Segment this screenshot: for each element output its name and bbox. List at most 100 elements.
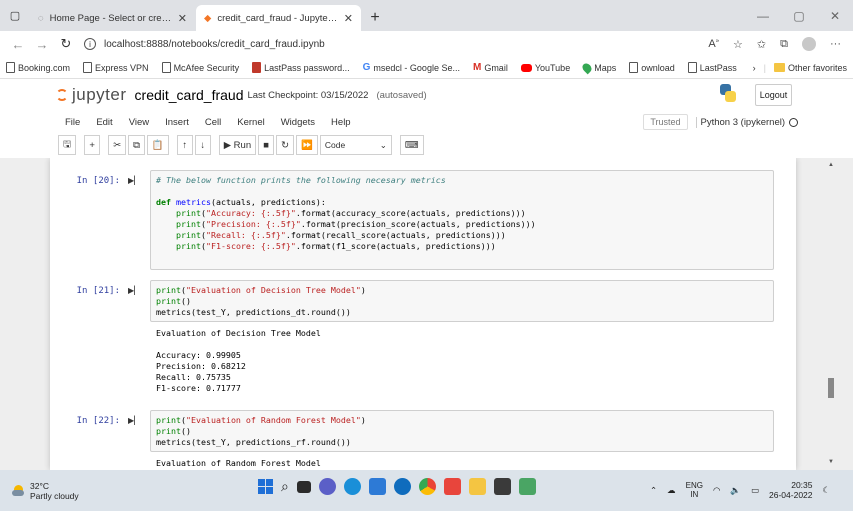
terminal-icon[interactable]	[493, 478, 511, 495]
copy-icon[interactable]: ⧉	[128, 135, 145, 155]
code-cell[interactable]: In [20]: ▶▏ # The below function prints …	[77, 170, 796, 270]
scroll-down-icon[interactable]: ▼	[828, 459, 834, 465]
clock[interactable]: 20:35 26-04-2022	[769, 480, 812, 500]
battery-icon[interactable]: ▭	[751, 485, 759, 496]
menu-view[interactable]: View	[121, 117, 157, 128]
run-cell-icon[interactable]: ▶▏	[128, 286, 140, 295]
collections-icon[interactable]: ⧉	[780, 38, 788, 51]
trusted-badge[interactable]: Trusted	[643, 114, 688, 130]
start-icon[interactable]	[258, 479, 273, 494]
new-tab-button[interactable]: +	[362, 5, 388, 31]
code-cell[interactable]: In [21]: ▶▏ print("Evaluation of Decisio…	[77, 280, 796, 400]
close-window-icon[interactable]: ✕	[817, 9, 853, 23]
browser-tab-home[interactable]: ◌ Home Page - Select or create a n ✕	[30, 5, 195, 31]
other-favorites[interactable]: Other favorites	[773, 63, 847, 73]
chevron-up-icon[interactable]: ⌃	[650, 485, 657, 496]
restart-run-all-icon[interactable]: ⏩	[296, 135, 318, 155]
menu-file[interactable]: File	[50, 117, 88, 128]
menu-kernel[interactable]: Kernel	[229, 117, 272, 128]
bookmark-mcafee[interactable]: McAfee Security	[161, 62, 239, 73]
move-up-icon[interactable]: ↑	[176, 135, 193, 155]
page-scrollbar[interactable]: ▲ ▼	[825, 158, 837, 470]
cell-input[interactable]: print("Evaluation of Decision Tree Model…	[150, 280, 774, 322]
code-line: print("Evaluation of Random Forest Model…	[156, 415, 366, 425]
profile-avatar[interactable]	[802, 37, 816, 51]
forward-icon[interactable]: →	[30, 37, 54, 52]
menu-cell[interactable]: Cell	[197, 117, 229, 128]
run-cell-icon[interactable]: ▶▏	[128, 416, 140, 425]
task-view-icon[interactable]	[296, 480, 311, 493]
jupyter-favicon-icon: ◆	[204, 12, 212, 24]
menu-edit[interactable]: Edit	[88, 117, 120, 128]
bookmark-expressvpn[interactable]: Express VPN	[83, 62, 149, 73]
cloud-icon[interactable]: ☁	[667, 485, 676, 496]
chat-icon[interactable]	[318, 478, 336, 495]
bookmark-gmail[interactable]: M Gmail	[473, 62, 508, 73]
jupyter-logo[interactable]: jupyter	[56, 85, 127, 105]
bookmark-download[interactable]: ownload	[629, 62, 675, 73]
app-icon[interactable]	[393, 478, 411, 495]
minimize-icon[interactable]: —	[745, 9, 781, 23]
menu-insert[interactable]: Insert	[157, 117, 197, 128]
run-button[interactable]: ▶ Run	[218, 135, 257, 155]
cell-input[interactable]: # The below function prints the followin…	[150, 170, 774, 270]
cell-input[interactable]: print("Evaluation of Random Forest Model…	[150, 410, 774, 452]
url-field[interactable]: i localhost:8888/notebooks/credit_card_f…	[84, 38, 708, 50]
bookmark-youtube[interactable]: YouTube	[520, 63, 570, 73]
scroll-up-icon[interactable]: ▲	[828, 162, 834, 168]
restart-icon[interactable]: ↻	[276, 135, 295, 155]
output-line: Evaluation of Decision Tree Model	[156, 328, 321, 338]
office-icon[interactable]	[443, 478, 461, 495]
command-palette-icon[interactable]: ⌨	[399, 135, 424, 155]
store-icon[interactable]	[368, 478, 386, 495]
stop-icon[interactable]: ■	[258, 135, 275, 155]
chrome-icon[interactable]	[418, 478, 436, 495]
windows-taskbar: 32°C Partly cloudy ⌕ ⌃ ☁ ENG IN ◠ 🔈 ▭ 20…	[0, 470, 853, 511]
favorites-icon[interactable]: ✩	[757, 38, 766, 51]
wifi-icon[interactable]: ◠	[713, 485, 720, 496]
close-tab-icon[interactable]: ✕	[178, 12, 187, 25]
notebook-name[interactable]: credit_card_fraud	[135, 87, 244, 103]
cell-type-select[interactable]: Code ⌄	[319, 135, 392, 155]
close-tab-icon[interactable]: ✕	[344, 12, 353, 25]
paste-icon[interactable]: 📋	[146, 135, 169, 155]
cut-icon[interactable]: ✂	[108, 135, 127, 155]
code-line: print("Recall: {:.5f}".format(recall_sco…	[175, 230, 506, 240]
site-info-icon[interactable]: i	[84, 38, 96, 50]
search-icon[interactable]: ⌕	[281, 478, 289, 495]
more-icon[interactable]: ···	[830, 38, 841, 50]
edge-icon[interactable]	[343, 478, 361, 495]
file-explorer-icon[interactable]	[468, 478, 486, 495]
bookmark-msedcl[interactable]: Gmsedcl - Google Se...	[363, 62, 460, 73]
read-aloud-icon[interactable]: A»	[708, 38, 719, 50]
insert-cell-icon[interactable]: +	[84, 135, 101, 155]
bookmark-lastpass[interactable]: LastPass	[687, 62, 737, 73]
bookmark-booking[interactable]: Booking.com	[6, 62, 70, 73]
chevron-right-icon[interactable]: ›	[753, 63, 756, 73]
window-controls: — ▢ ✕	[745, 0, 853, 31]
menu-widgets[interactable]: Widgets	[273, 117, 323, 128]
notifications-icon[interactable]: ☾	[823, 485, 831, 496]
run-cell-icon[interactable]: ▶▏	[128, 176, 140, 185]
tab-actions-icon[interactable]: ▢	[0, 0, 30, 31]
add-favorite-icon[interactable]: ☆	[733, 38, 743, 51]
move-down-icon[interactable]: ↓	[194, 135, 211, 155]
bookmark-lastpass-password[interactable]: LastPass password...	[252, 62, 350, 73]
maximize-icon[interactable]: ▢	[781, 9, 817, 23]
menu-help[interactable]: Help	[323, 117, 359, 128]
weather-widget[interactable]: 32°C Partly cloudy	[12, 481, 79, 501]
refresh-icon[interactable]: ↻	[54, 36, 78, 52]
back-icon[interactable]: ←	[6, 37, 30, 52]
language-indicator[interactable]: ENG IN	[686, 481, 703, 499]
logout-button[interactable]: Logout	[755, 84, 792, 106]
scroll-thumb[interactable]	[828, 378, 834, 398]
bookmark-maps[interactable]: Maps	[580, 61, 616, 74]
code-cell[interactable]: In [22]: ▶▏ print("Evaluation of Random …	[77, 410, 796, 470]
url-text[interactable]: localhost:8888/notebooks/credit_card_fra…	[104, 39, 325, 50]
code-line: print("Accuracy: {:.5f}".format(accuracy…	[175, 208, 526, 218]
save-icon[interactable]: 🖫	[58, 135, 77, 155]
anaconda-icon[interactable]	[518, 478, 536, 495]
volume-icon[interactable]: 🔈	[730, 485, 741, 496]
browser-tab-notebook[interactable]: ◆ credit_card_fraud - Jupyter Notel ✕	[196, 5, 361, 31]
